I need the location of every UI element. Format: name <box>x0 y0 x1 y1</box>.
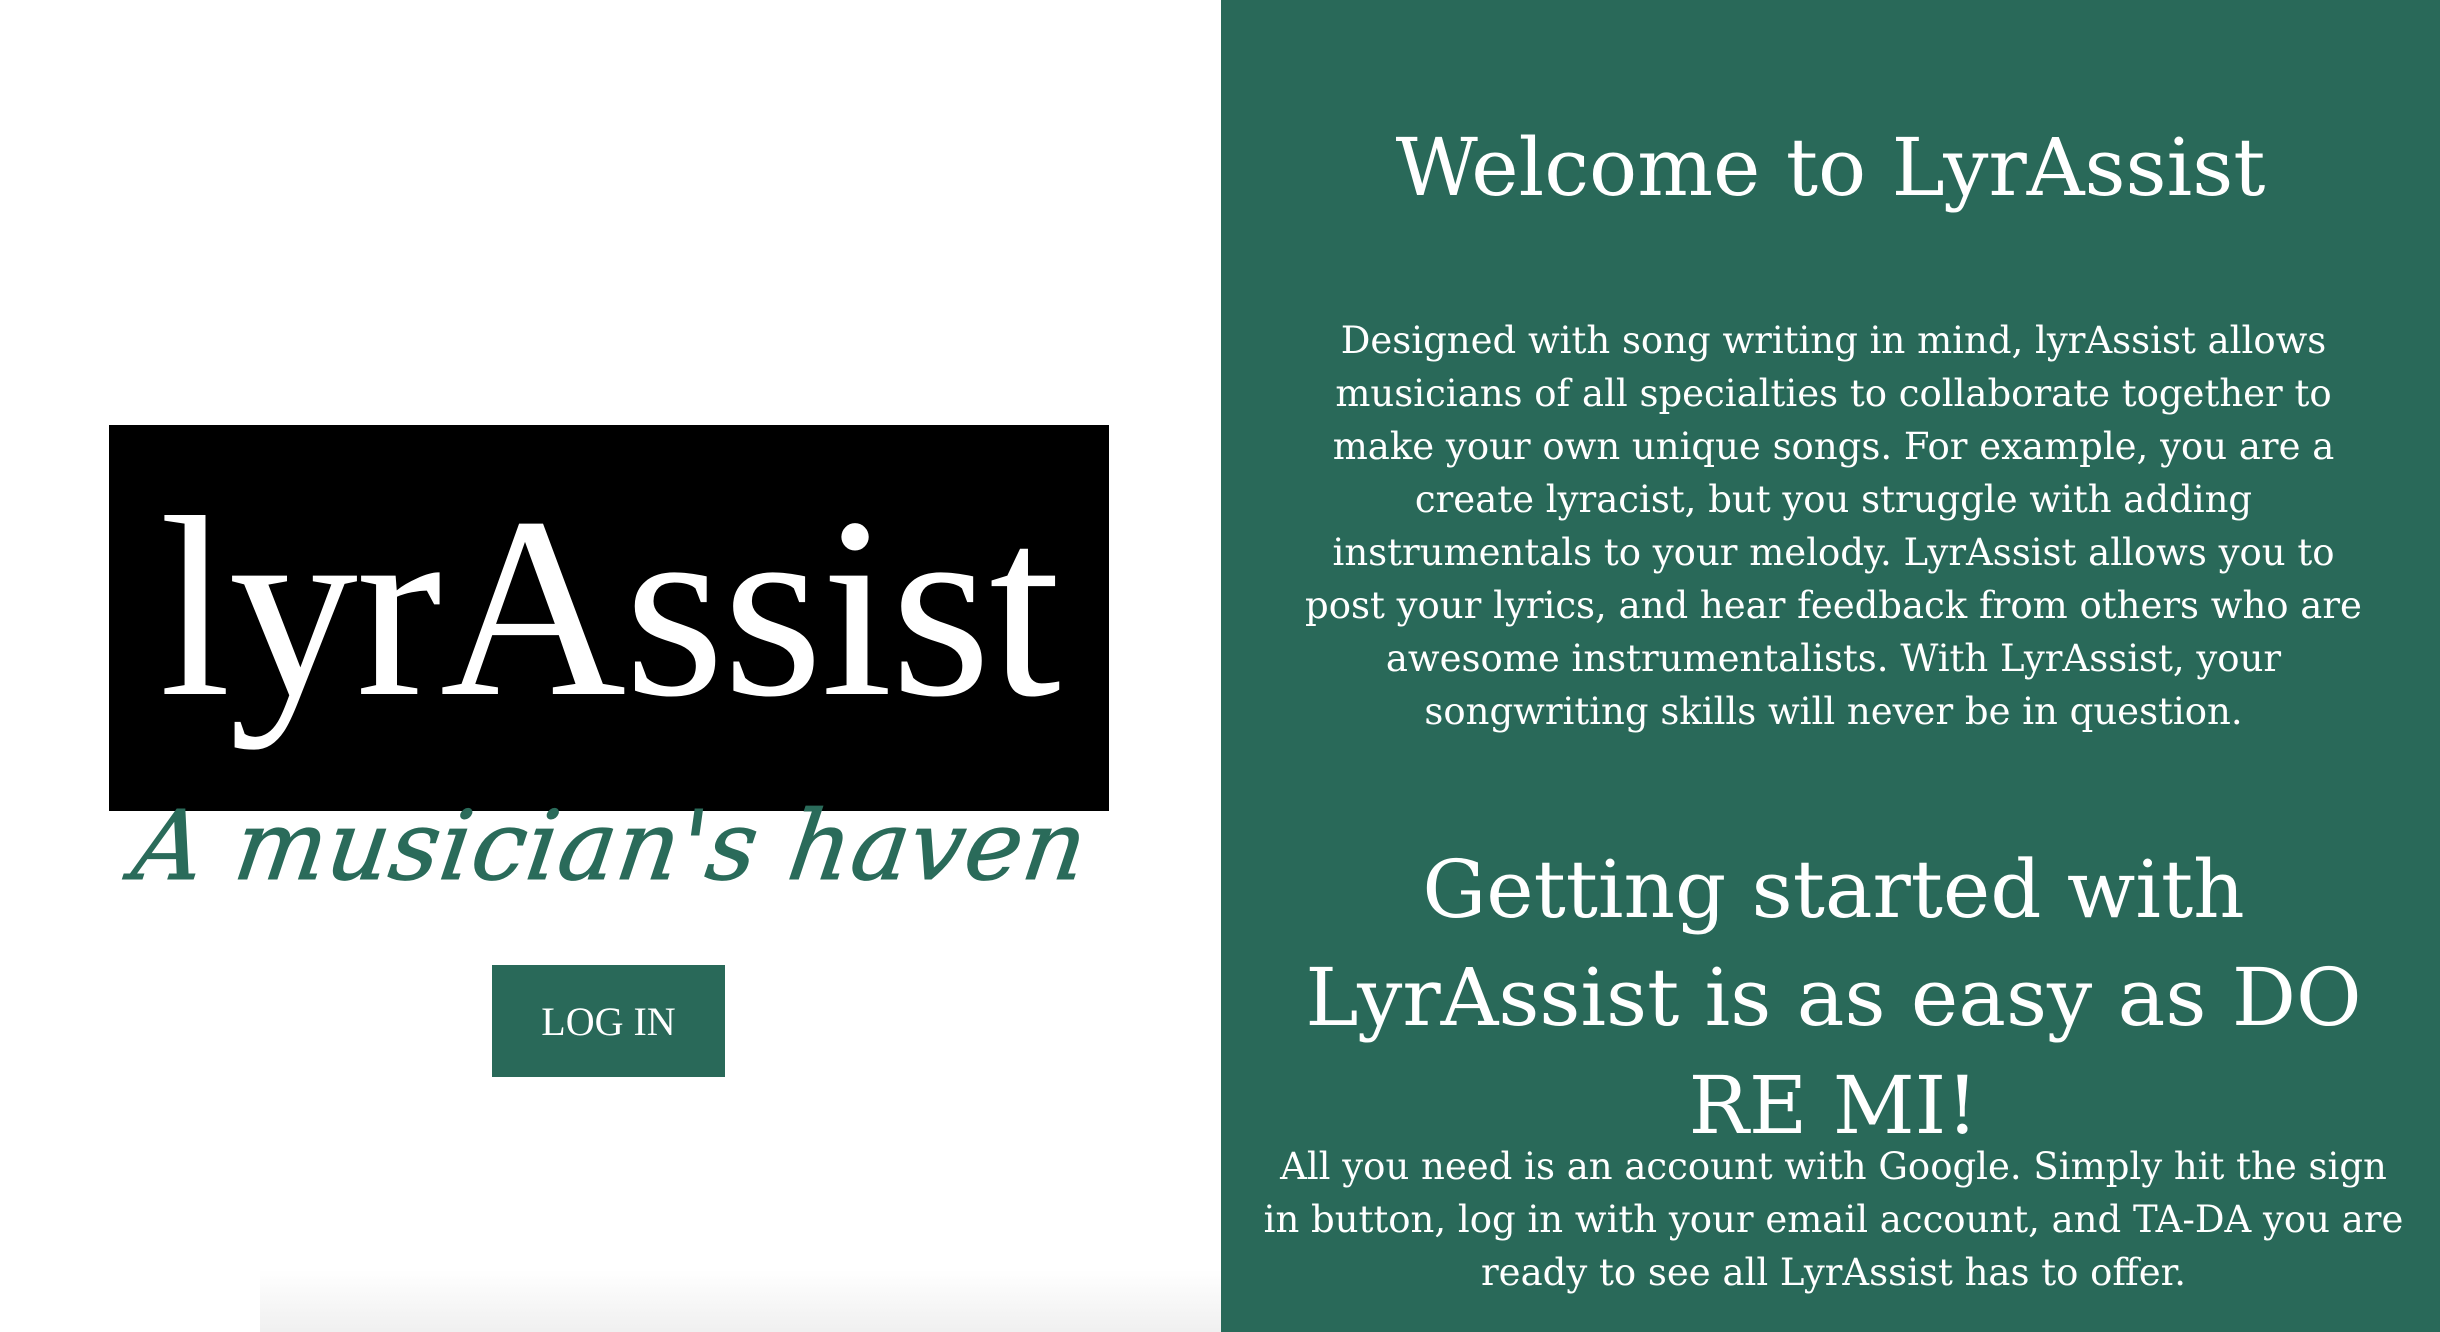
logo: lyrAssist <box>109 425 1109 811</box>
getting-started-title: Getting started with LyrAssist is as eas… <box>1305 843 2362 1152</box>
steps-paragraph: All you need is an account with Google. … <box>1263 1145 2404 1294</box>
tagline: A musician's haven <box>126 790 1095 903</box>
logo-text: lyrAssist <box>159 464 1060 750</box>
welcome-title: Welcome to LyrAssist <box>1395 121 2266 214</box>
login-button[interactable]: LOG IN <box>492 965 725 1077</box>
intro-paragraph: Designed with song writing in mind, lyrA… <box>1305 319 2362 733</box>
right-panel: Welcome to LyrAssist Designed with song … <box>1221 0 2440 1332</box>
left-panel: lyrAssist A musician's haven LOG IN <box>0 0 1221 1332</box>
bottom-shadow <box>260 1270 1221 1332</box>
